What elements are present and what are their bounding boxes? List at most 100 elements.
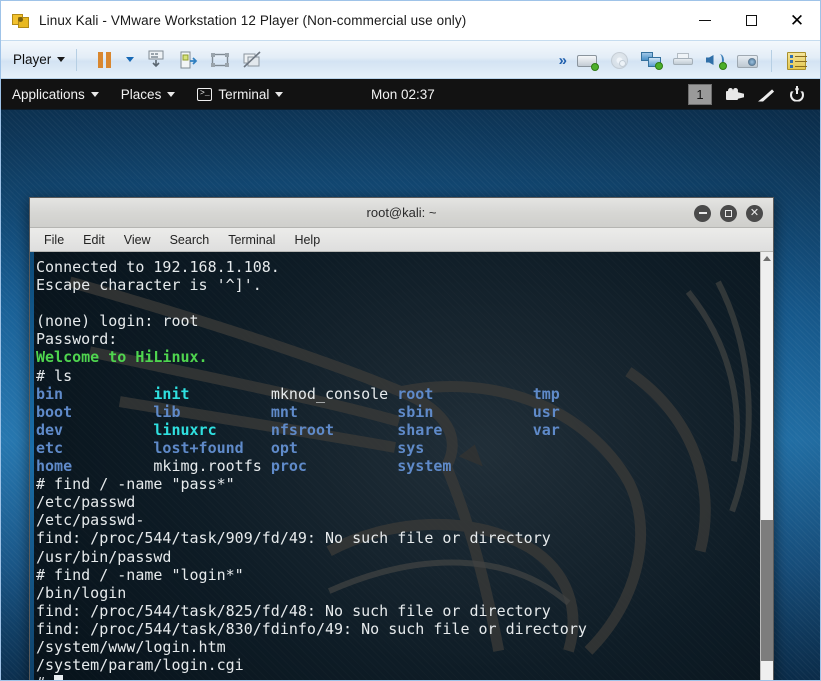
terminal-token: mkimg.rootfs [153, 457, 262, 476]
terminal-minimize-button[interactable] [694, 204, 711, 222]
terminal-output-area[interactable]: Connected to 192.168.1.108. Escape charac… [30, 252, 760, 680]
expand-chevron-icon[interactable]: » [559, 52, 567, 69]
toolbar-divider [76, 48, 78, 71]
terminal-scrollbar[interactable] [760, 252, 773, 680]
terminal-token: system [397, 457, 452, 476]
terminal-token: nfsroot [270, 420, 335, 439]
menu-help[interactable]: Help [294, 233, 320, 247]
hard-disk-icon[interactable] [572, 47, 602, 75]
multiple-monitors-icon[interactable] [237, 46, 267, 74]
scroll-up-arrow-icon[interactable] [761, 252, 774, 265]
terminal-line: # find / -name "login*" [36, 566, 760, 584]
chevron-down-icon [57, 57, 66, 62]
pause-dropdown-caret-icon[interactable] [121, 46, 139, 74]
scroll-down-arrow-icon[interactable] [761, 677, 774, 680]
terminal-window-controls: ✕ [694, 198, 763, 228]
terminal-line: # [36, 674, 760, 680]
terminal-token: root [397, 384, 434, 403]
pause-icon[interactable] [89, 46, 119, 74]
terminal-token: boot [36, 402, 73, 421]
terminal-line: # find / -name "pass*" [36, 475, 760, 493]
terminal-token: Escape character is '^]'. [36, 276, 262, 295]
chevron-down-icon [275, 91, 284, 97]
printer-icon[interactable] [668, 47, 698, 75]
terminal-close-button[interactable]: ✕ [746, 204, 763, 222]
scrollbar-track[interactable] [760, 265, 773, 677]
menu-terminal[interactable]: Terminal [228, 233, 275, 247]
terminal-maximize-button[interactable] [720, 204, 737, 222]
terminal-line: /usr/bin/passwd [36, 548, 760, 566]
maximize-button[interactable] [728, 1, 774, 40]
terminal-token: bin [36, 384, 64, 403]
terminal-token: /etc/passwd- [36, 511, 145, 530]
sound-card-icon[interactable] [700, 47, 730, 75]
minimize-button[interactable] [682, 1, 728, 40]
terminal-cursor [54, 675, 64, 680]
terminal-token: var [532, 420, 560, 439]
screencast-icon[interactable] [726, 88, 744, 101]
workspace-indicator[interactable]: 1 [688, 84, 712, 105]
places-menu-label: Places [120, 86, 162, 102]
terminal-menu-label: Terminal [218, 86, 270, 102]
menu-edit[interactable]: Edit [83, 233, 105, 247]
usb-devices-icon[interactable] [781, 47, 811, 75]
terminal-text-content: Connected to 192.168.1.108. Escape charac… [30, 252, 760, 680]
window-title: Linux Kali - VMware Workstation 12 Playe… [39, 13, 467, 28]
kali-top-panel: Applications Places >_ Terminal Mon 02:3… [1, 79, 820, 110]
menu-search[interactable]: Search [170, 233, 210, 247]
terminal-token: find: /proc/544/task/825/fd/48: No such … [36, 601, 551, 620]
terminal-line: dev linuxrc nfsroot share var [36, 421, 760, 439]
menu-file[interactable]: File [44, 233, 64, 247]
menu-view[interactable]: View [124, 233, 151, 247]
terminal-token: # find / -name "login*" [36, 565, 244, 584]
terminal-menubar: File Edit View Search Terminal Help [30, 228, 773, 252]
terminal-titlebar: root@kali: ~ ✕ [30, 198, 773, 228]
terminal-token: # ls [36, 366, 73, 385]
vm-guest-screen[interactable]: Applications Places >_ Terminal Mon 02:3… [1, 79, 820, 680]
pen-tool-icon[interactable] [758, 87, 776, 103]
applications-menu[interactable]: Applications [1, 79, 110, 110]
terminal-token: etc [36, 438, 64, 457]
terminal-token: proc [270, 457, 307, 476]
terminal-line: Escape character is '^]'. [36, 276, 760, 294]
player-menu-button[interactable]: Player [13, 52, 66, 67]
toolbar-device-icons: » [559, 41, 812, 80]
terminal-token: dev [36, 420, 64, 439]
terminal-line: Connected to 192.168.1.108. [36, 258, 760, 276]
terminal-line: find: /proc/544/task/830/fdinfo/49: No s… [36, 620, 760, 638]
cd-dvd-icon[interactable] [604, 47, 634, 75]
terminal-token: /bin/login [36, 583, 127, 602]
window-titlebar: Linux Kali - VMware Workstation 12 Playe… [1, 1, 820, 40]
terminal-window[interactable]: root@kali: ~ ✕ File Edit View Search Ter… [29, 197, 774, 680]
vmware-logo-icon [12, 12, 30, 30]
vmware-player-window: Linux Kali - VMware Workstation 12 Playe… [0, 0, 821, 681]
close-button[interactable]: ✕ [774, 1, 820, 40]
unity-mode-icon[interactable] [173, 46, 203, 74]
terminal-line: /system/www/login.htm [36, 638, 760, 656]
full-screen-icon[interactable] [205, 46, 235, 74]
terminal-line: boot lib mnt sbin usr [36, 403, 760, 421]
power-menu[interactable] [790, 85, 814, 103]
terminal-token: home [36, 457, 73, 476]
terminal-token: mknod_console [270, 384, 389, 403]
terminal-token: sbin [397, 402, 434, 421]
scrollbar-thumb[interactable] [760, 520, 773, 661]
terminal-token: find: /proc/544/task/909/fd/49: No such … [36, 529, 551, 548]
terminal-window-menu[interactable]: >_ Terminal [186, 79, 294, 110]
terminal-body[interactable]: Connected to 192.168.1.108. Escape charac… [30, 252, 773, 680]
terminal-line: home mkimg.rootfs proc system [36, 457, 760, 475]
panel-clock[interactable]: Mon 02:37 [371, 79, 435, 110]
places-menu[interactable]: Places [110, 79, 187, 110]
send-ctrl-alt-del-icon[interactable] [141, 46, 171, 74]
terminal-line: find: /proc/544/task/825/fd/48: No such … [36, 602, 760, 620]
terminal-title: root@kali: ~ [366, 205, 437, 220]
terminal-token: share [397, 420, 443, 439]
terminal-prompt-icon: >_ [197, 87, 213, 101]
network-adapter-icon[interactable] [636, 47, 666, 75]
camera-icon[interactable] [732, 47, 762, 75]
terminal-token: # find / -name "pass*" [36, 475, 235, 494]
terminal-token: init [153, 384, 190, 403]
terminal-line: /bin/login [36, 584, 760, 602]
terminal-line: bin init mknod_console root tmp [36, 385, 760, 403]
